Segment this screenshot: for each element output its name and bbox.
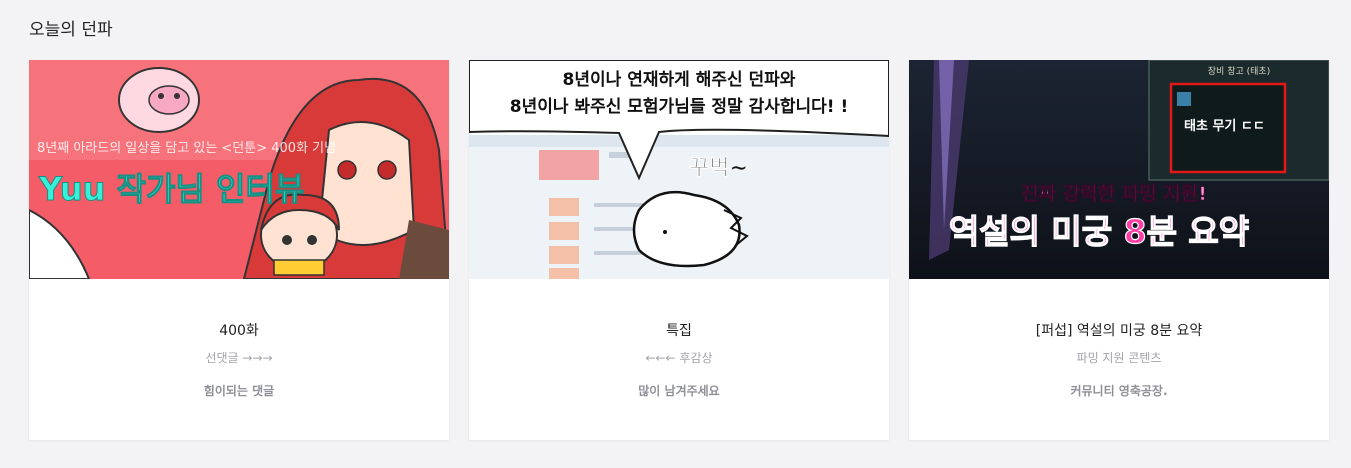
card-1-thumb-caption: 8년째 아라드의 일상을 담고 있는 <던툰> 400화 기념: [37, 141, 336, 156]
card-1-thumb-headline: Yuu 작가님 인터뷰: [38, 170, 304, 208]
card-3-description: 커뮤니티 영축공장.: [1070, 384, 1168, 398]
card-1-description: 힘이되는 댓글: [203, 384, 275, 398]
card-3-title[interactable]: [퍼섭] 역설의 미궁 8분 요약: [909, 320, 1329, 340]
card-2-title[interactable]: 특집: [469, 320, 889, 340]
card-3-thumb-tagline: 진짜 강력한 파밍 지원!: [1021, 183, 1207, 205]
card-2-thumbnail[interactable]: 8년이나 연재하게 해주신 던파와 8년이나 봐주신 모험가님들 정말 감사합니…: [469, 60, 889, 279]
card-2-subtitle: ←←← 후감상: [645, 351, 713, 365]
content-card-3[interactable]: 장비 창고 (태초) 태초 무기 ㄷㄷ 진짜 강력한 파밍 지원! 역설의 미궁…: [909, 60, 1329, 440]
card-2-thumb-bubble: 꾸벅~: [689, 156, 748, 181]
card-2-description: 많이 남겨주세요: [638, 384, 720, 398]
content-card-1[interactable]: 8년째 아라드의 일상을 담고 있는 <던툰> 400화 기념 Yuu 작가님 …: [29, 60, 449, 440]
card-3-subtitle: 파밍 지원 콘텐츠: [1076, 351, 1162, 365]
card-3-panel-item: 태초 무기 ㄷㄷ: [1184, 119, 1265, 134]
card-3-thumbnail[interactable]: 장비 창고 (태초) 태초 무기 ㄷㄷ 진짜 강력한 파밍 지원! 역설의 미궁…: [909, 60, 1329, 279]
card-1-title[interactable]: 400화: [29, 320, 449, 340]
card-1-thumbnail[interactable]: 8년째 아라드의 일상을 담고 있는 <던툰> 400화 기념 Yuu 작가님 …: [29, 60, 449, 279]
card-1-subtitle: 선댓글 →→→: [205, 351, 273, 365]
card-2-thumb-line2: 8년이나 봐주신 모험가님들 정말 감사합니다! !: [510, 96, 848, 117]
section-title: 오늘의 던파: [29, 20, 113, 40]
card-3-thumb-headline: 역설의 미궁 8분 요약: [949, 212, 1249, 251]
card-2-thumb-line1: 8년이나 연재하게 해주신 던파와: [563, 70, 796, 90]
content-card-2[interactable]: 8년이나 연재하게 해주신 던파와 8년이나 봐주신 모험가님들 정말 감사합니…: [469, 60, 889, 440]
card-3-panel-title: 장비 창고 (태초): [1208, 66, 1270, 77]
